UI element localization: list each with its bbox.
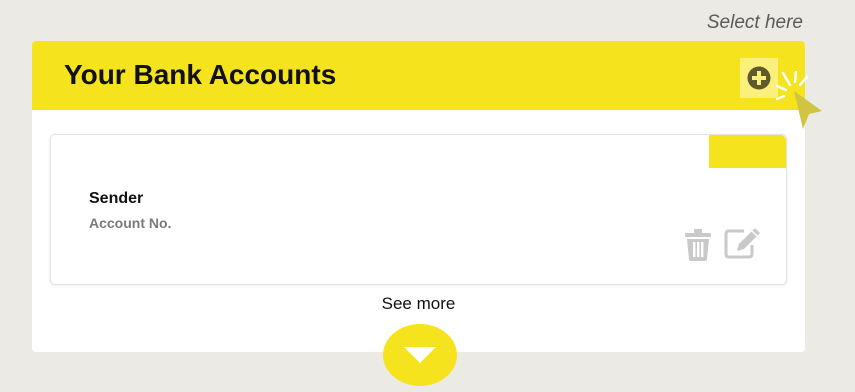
add-account-button[interactable] — [740, 58, 778, 98]
bank-accounts-panel: Your Bank Accounts Sender Account No. Se… — [32, 41, 822, 352]
plus-circle-icon — [747, 66, 771, 90]
pointer-cursor-icon — [776, 71, 822, 129]
bank-account-card[interactable]: Sender Account No. — [50, 134, 787, 285]
account-number: Account No. — [89, 215, 172, 231]
trash-icon[interactable] — [685, 229, 711, 261]
select-here-hint: Select here — [706, 12, 803, 33]
edit-icon[interactable] — [724, 227, 762, 259]
see-more-link[interactable]: See more — [32, 294, 805, 314]
panel-title: Your Bank Accounts — [64, 59, 337, 90]
panel-header: Your Bank Accounts — [32, 41, 805, 110]
chevron-down-icon — [404, 347, 436, 363]
card-tag — [709, 135, 786, 168]
sender-name: Sender — [89, 190, 144, 207]
expand-button[interactable] — [383, 324, 457, 386]
